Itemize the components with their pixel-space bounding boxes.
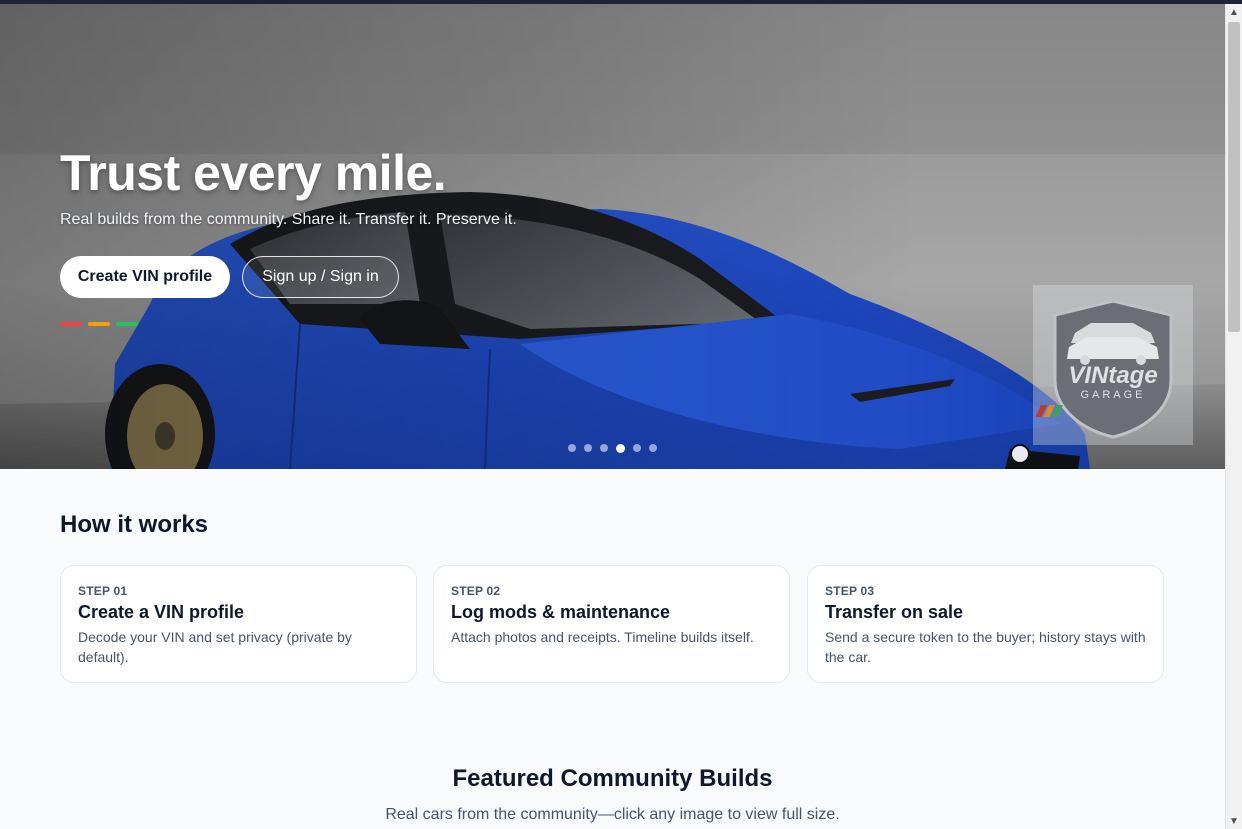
carousel-dot-1[interactable] <box>568 444 576 452</box>
accent-stripes <box>60 322 138 326</box>
hero-banner: VINtage GARAGE Trust every mile. Real bu… <box>0 4 1225 469</box>
step-description: Attach photos and receipts. Timeline bui… <box>451 629 754 645</box>
svg-text:VINtage: VINtage <box>1068 362 1157 389</box>
step-number: STEP 01 <box>78 584 128 598</box>
carousel-dot-6[interactable] <box>649 444 657 452</box>
step-card-1: STEP 01 Create a VIN profile Decode your… <box>60 565 417 683</box>
step-card-2: STEP 02 Log mods & maintenance Attach ph… <box>433 565 790 683</box>
svg-text:GARAGE: GARAGE <box>1080 389 1145 401</box>
featured-builds-title: Featured Community Builds <box>452 765 773 792</box>
accent-stripe-green <box>116 322 138 326</box>
step-number: STEP 02 <box>451 584 501 598</box>
carousel-dots <box>568 443 657 453</box>
scroll-up-arrow-icon[interactable]: ▲ <box>1226 4 1242 20</box>
vintage-garage-logo: VINtage GARAGE <box>1033 285 1193 445</box>
step-title: Create a VIN profile <box>78 602 245 622</box>
step-number: STEP 03 <box>825 584 875 598</box>
accent-stripe-red <box>60 322 82 326</box>
sign-in-button[interactable]: Sign up / Sign in <box>242 256 399 298</box>
carousel-dot-4[interactable] <box>616 443 625 453</box>
scroll-thumb[interactable] <box>1228 22 1240 332</box>
step-description: Decode your VIN and set privacy (private… <box>78 629 352 665</box>
step-card-3: STEP 03 Transfer on sale Send a secure t… <box>807 565 1164 683</box>
carousel-dot-3[interactable] <box>600 444 608 452</box>
scroll-down-arrow-icon[interactable]: ▼ <box>1226 813 1242 829</box>
page-scrollbar[interactable]: ▲ ▼ <box>1225 4 1242 829</box>
hero-subtitle: Real builds from the community. Share it… <box>60 211 517 228</box>
step-title: Transfer on sale <box>825 602 964 622</box>
hero-title: Trust every mile. <box>60 145 447 201</box>
step-title: Log mods & maintenance <box>451 602 671 622</box>
create-vin-profile-button[interactable]: Create VIN profile <box>60 256 230 298</box>
accent-stripe-amber <box>88 322 110 326</box>
carousel-dot-5[interactable] <box>633 444 641 452</box>
how-it-works-title: How it works <box>60 511 209 538</box>
step-description: Send a secure token to the buyer; histor… <box>825 629 1146 665</box>
featured-builds-subtitle: Real cars from the community—click any i… <box>385 806 840 823</box>
carousel-dot-2[interactable] <box>584 444 592 452</box>
